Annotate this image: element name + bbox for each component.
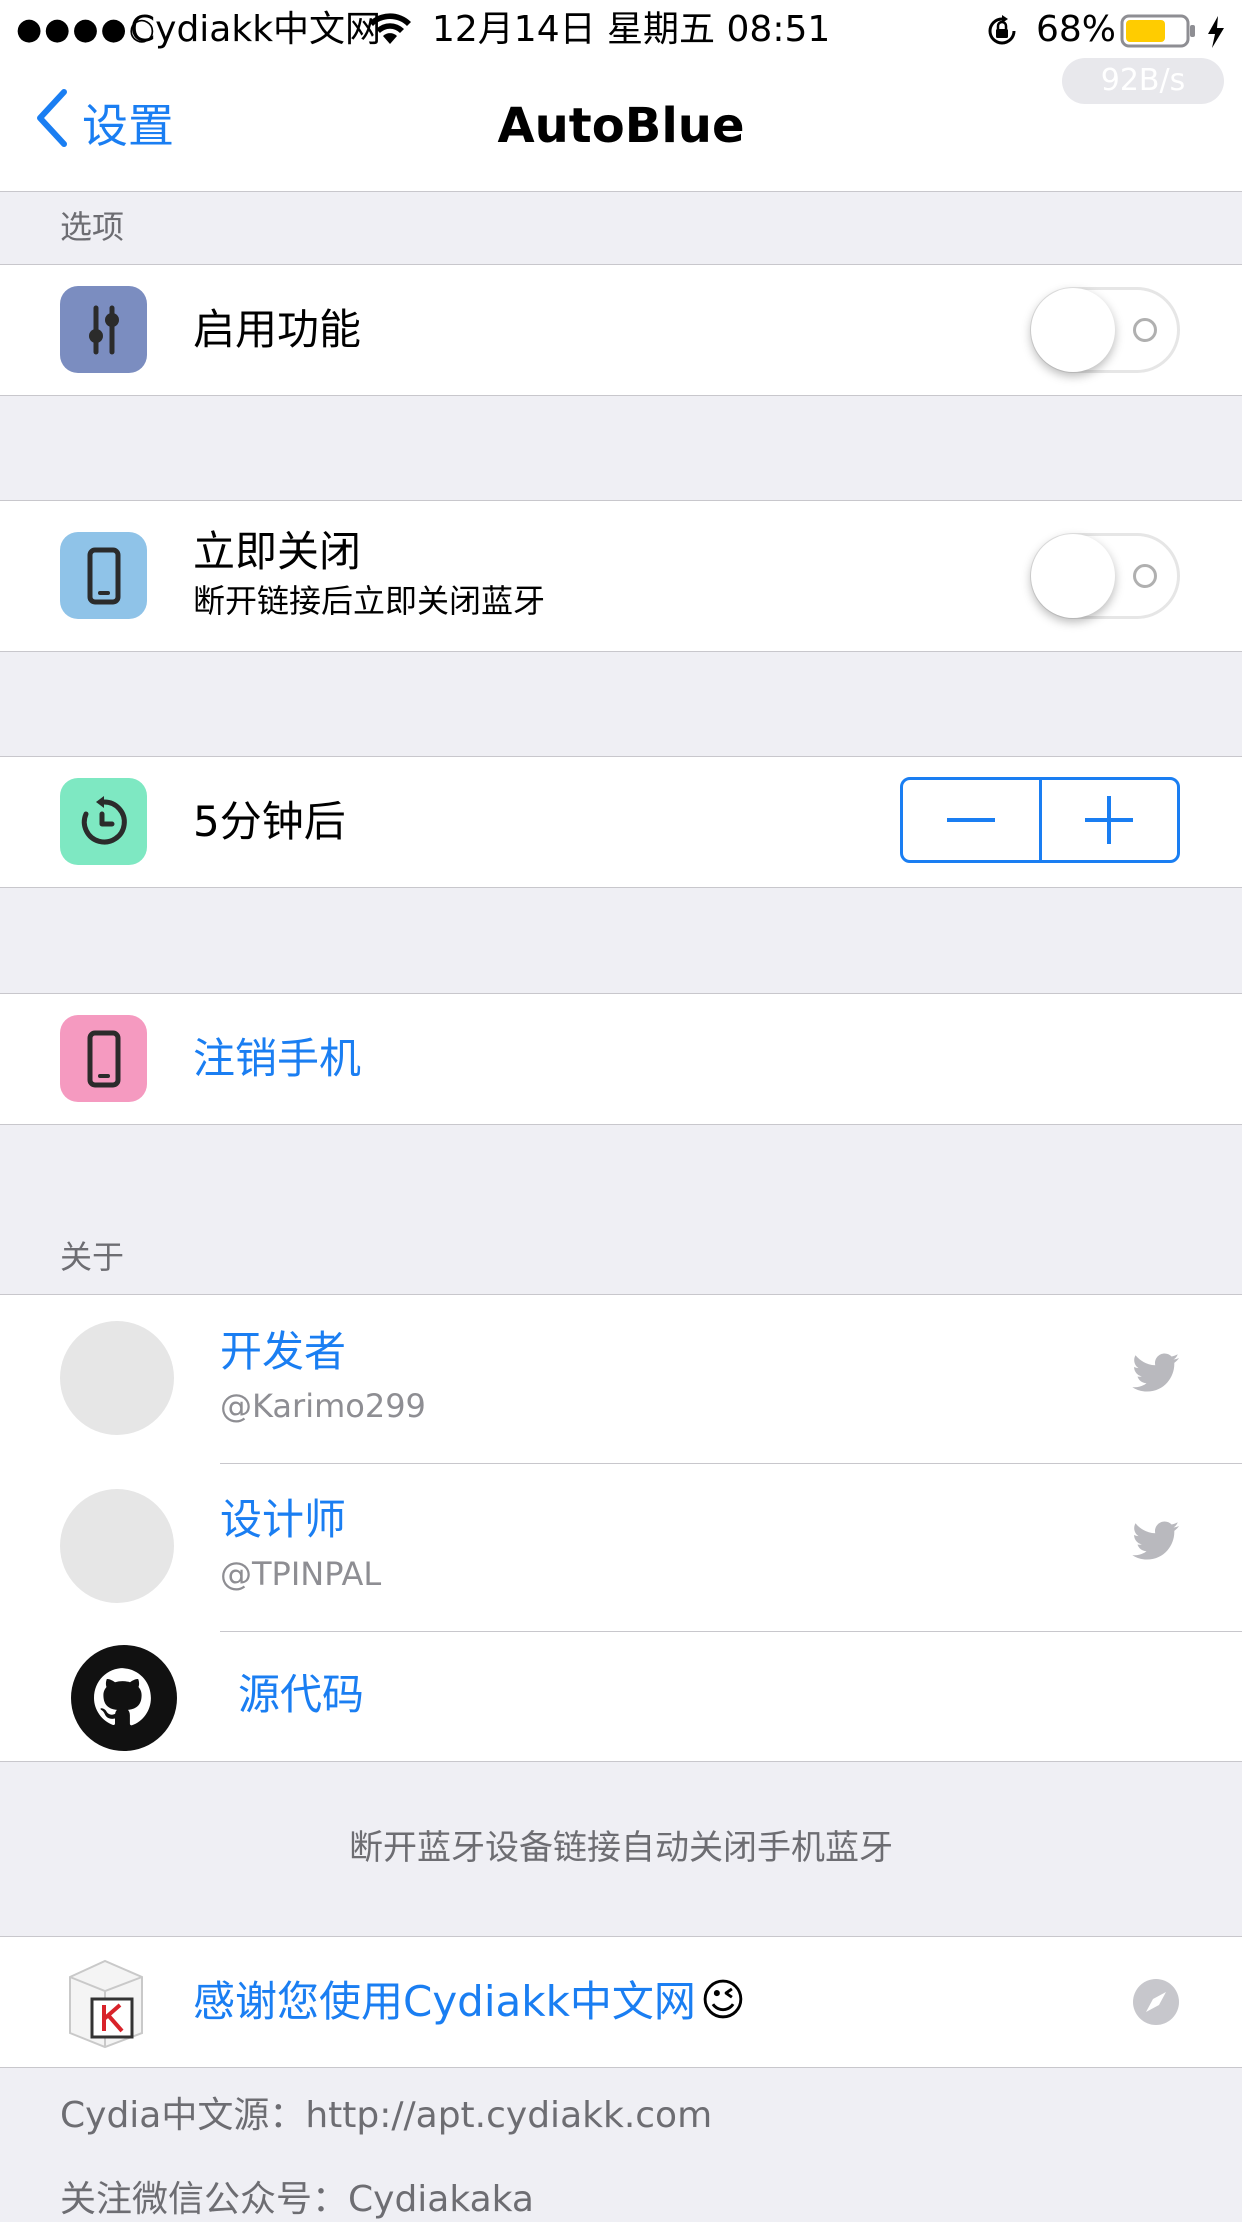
thanks-label: 感谢您使用Cydiakk中文网 <box>193 1977 696 2026</box>
section-header-about: 关于 <box>60 1238 125 1276</box>
charging-bolt-icon <box>1206 16 1226 52</box>
developer-handle: @Karimo299 <box>220 1387 426 1425</box>
designer-label: 设计师 <box>220 1495 347 1544</box>
cydia-source-text: Cydia中文源：http://apt.cydiakk.com <box>60 2095 713 2136</box>
close-immediately-label: 立即关闭 <box>193 527 362 576</box>
twitter-icon <box>1132 1521 1180 1565</box>
close-immediately-cell: 立即关闭 断开链接后立即关闭蓝牙 <box>0 500 1242 652</box>
network-speed-badge: 92B/s <box>1062 58 1224 104</box>
designer-row[interactable]: 设计师 @TPINPAL <box>0 1463 1242 1631</box>
delay-stepper[interactable] <box>900 777 1180 863</box>
safari-compass-icon <box>1132 1978 1180 2030</box>
designer-handle: @TPINPAL <box>220 1555 382 1593</box>
toggle-off-indicator <box>1133 318 1157 342</box>
toggle-knob <box>1031 534 1115 618</box>
page-title: AutoBlue <box>497 98 745 154</box>
source-code-row[interactable]: 源代码 <box>0 1632 1242 1761</box>
timer-icon <box>60 778 147 865</box>
delay-label: 5分钟后 <box>193 797 346 846</box>
phone-icon <box>60 1015 147 1102</box>
logout-phone-label: 注销手机 <box>193 1034 362 1083</box>
developer-label: 开发者 <box>220 1327 347 1376</box>
about-group: 开发者 @Karimo299 设计师 @TPINPAL 源代码 <box>0 1294 1242 1762</box>
status-datetime: 12月14日 星期五 08:51 <box>432 9 831 50</box>
stepper-increment-button[interactable] <box>1038 780 1178 860</box>
developer-avatar <box>60 1321 174 1435</box>
footer-description: 断开蓝牙设备链接自动关闭手机蓝牙 <box>349 1828 893 1868</box>
designer-avatar <box>60 1489 174 1603</box>
minus-icon <box>946 818 995 822</box>
wechat-account-text: 关注微信公众号：Cydiakaka <box>60 2179 534 2220</box>
twitter-icon <box>1132 1353 1180 1397</box>
source-code-label: 源代码 <box>238 1670 365 1719</box>
cydiakk-box-icon <box>60 1953 150 2053</box>
plus-icon <box>1085 796 1134 844</box>
orientation-lock-icon <box>984 13 1020 53</box>
carrier-name: Cydiakk中文网 <box>130 9 382 50</box>
close-immediately-toggle[interactable] <box>1030 533 1180 619</box>
delay-cell: 5分钟后 <box>0 756 1242 888</box>
battery-percent: 68% <box>1036 9 1117 50</box>
toggle-knob <box>1031 288 1115 372</box>
enable-feature-cell: 启用功能 <box>0 264 1242 396</box>
toggle-off-indicator <box>1133 564 1157 588</box>
developer-row[interactable]: 开发者 @Karimo299 <box>0 1295 1242 1463</box>
github-icon <box>70 1644 178 1756</box>
logout-phone-cell[interactable]: 注销手机 <box>0 993 1242 1125</box>
thanks-cell[interactable]: 感谢您使用Cydiakk中文网 😉 <box>0 1936 1242 2068</box>
enable-feature-label: 启用功能 <box>193 305 362 354</box>
enable-feature-toggle[interactable] <box>1030 287 1180 373</box>
navigation-bar: 设置 AutoBlue <box>0 60 1242 192</box>
sliders-icon <box>60 286 147 373</box>
wink-emoji-icon: 😉 <box>700 1975 746 2026</box>
battery-icon <box>1120 14 1200 52</box>
phone-icon <box>60 532 147 619</box>
wifi-icon <box>368 12 412 50</box>
stepper-decrement-button[interactable] <box>903 780 1039 860</box>
close-immediately-subtitle: 断开链接后立即关闭蓝牙 <box>193 582 546 620</box>
section-header-options: 选项 <box>60 208 125 246</box>
status-bar: ●●●●○ Cydiakk中文网 12月14日 星期五 08:51 68% <box>0 0 1242 60</box>
